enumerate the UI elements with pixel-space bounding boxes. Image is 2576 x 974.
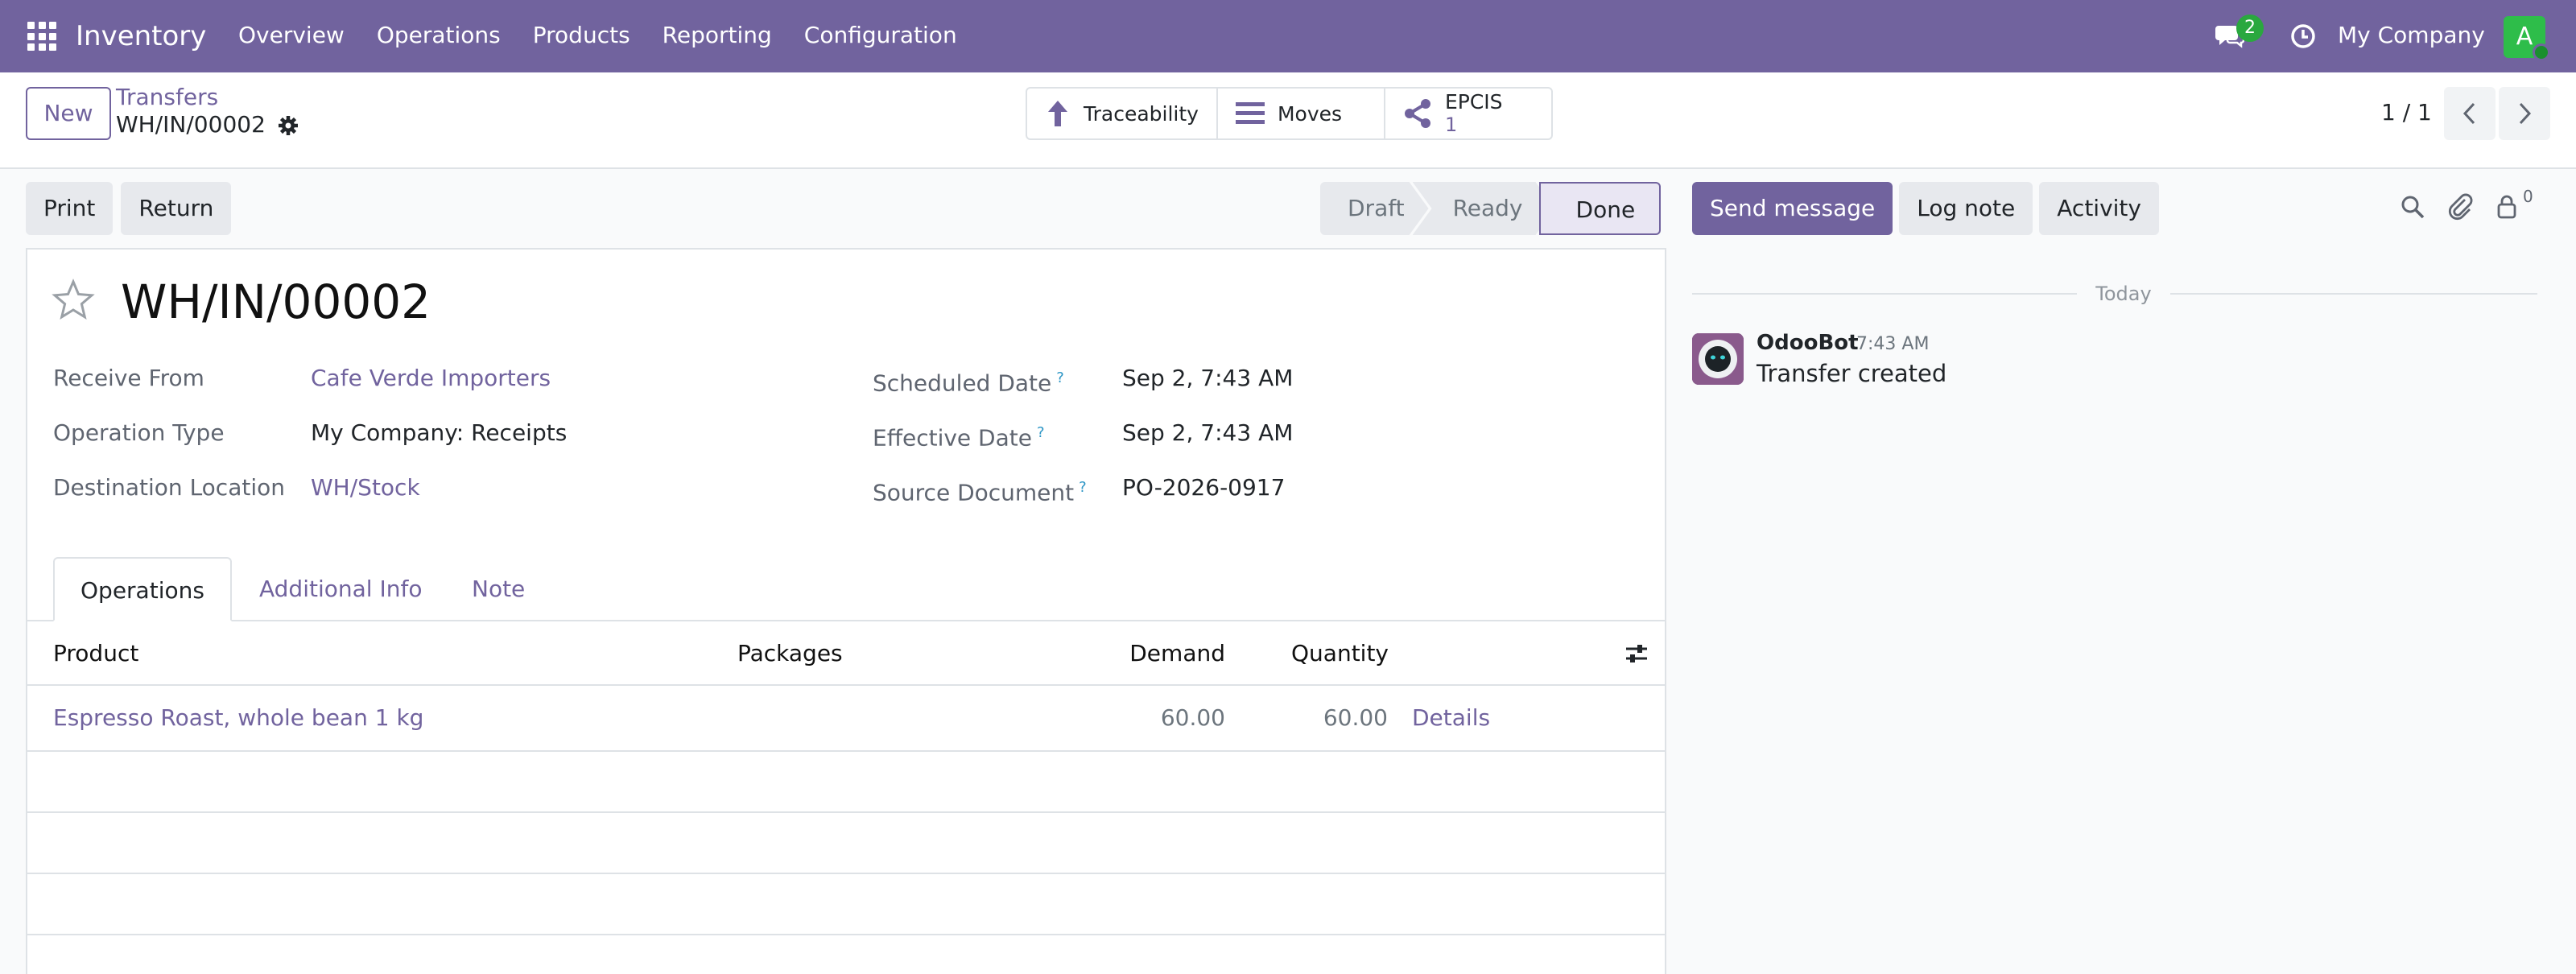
scheduled-date-value[interactable]: Sep 2, 7:43 AM bbox=[1122, 362, 1293, 394]
menu-reporting[interactable]: Reporting bbox=[663, 18, 772, 53]
column-product[interactable]: Product bbox=[53, 621, 138, 686]
send-message-button[interactable]: Send message bbox=[1692, 182, 1893, 235]
separator-line bbox=[1692, 293, 2077, 295]
print-button[interactable]: Print bbox=[26, 182, 114, 235]
epcis-button[interactable]: EPCIS 1 bbox=[1385, 89, 1551, 138]
menu-operations[interactable]: Operations bbox=[377, 18, 501, 53]
moves-label: Moves bbox=[1277, 101, 1343, 126]
message-time: 7:43 AM bbox=[1856, 334, 1930, 354]
help-tooltip-icon[interactable]: ? bbox=[1079, 479, 1087, 496]
scheduled-date-label-text: Scheduled Date bbox=[873, 369, 1052, 397]
source-document-label: Source Document? bbox=[873, 472, 1087, 509]
chat-badge: 2 bbox=[2236, 14, 2264, 42]
moves-button[interactable]: Moves bbox=[1218, 89, 1385, 138]
new-button[interactable]: New bbox=[26, 87, 111, 140]
tab-note[interactable]: Note bbox=[446, 557, 551, 621]
help-tooltip-icon[interactable]: ? bbox=[1037, 424, 1045, 441]
chevron-left-icon bbox=[2462, 102, 2475, 125]
message-author[interactable]: OdooBot bbox=[1757, 328, 1859, 357]
followers-count: 0 bbox=[2523, 187, 2533, 206]
presence-dot bbox=[2533, 43, 2550, 61]
share-icon bbox=[1404, 99, 1430, 128]
table-header: Product Packages Demand Quantity bbox=[27, 621, 1665, 686]
menu-overview[interactable]: Overview bbox=[238, 18, 345, 53]
pager-previous-button[interactable] bbox=[2444, 87, 2496, 140]
destination-value[interactable]: WH/Stock bbox=[311, 472, 420, 504]
operation-type-label: Operation Type bbox=[53, 419, 225, 446]
column-packages[interactable]: Packages bbox=[737, 621, 843, 686]
log-note-button[interactable]: Log note bbox=[1899, 182, 2033, 235]
search-icon[interactable] bbox=[2399, 193, 2426, 221]
operation-type-value[interactable]: My Company: Receipts bbox=[311, 417, 567, 449]
source-document-value[interactable]: PO-2026-0917 bbox=[1122, 472, 1285, 504]
form-sheet: WH/IN/00002 Receive From Cafe Verde Impo… bbox=[26, 248, 1666, 974]
lock-followers-icon[interactable] bbox=[2494, 193, 2521, 221]
row-product[interactable]: Espresso Roast, whole bean 1 kg bbox=[53, 702, 423, 734]
control-panel: New Transfers WH/IN/00002 Traceability M… bbox=[0, 72, 2576, 169]
robot-icon bbox=[1692, 333, 1744, 385]
column-settings-icon[interactable] bbox=[1624, 642, 1649, 665]
row-quantity[interactable]: 60.00 bbox=[1211, 702, 1388, 734]
message-body: Transfer created bbox=[1757, 360, 1947, 387]
app-name[interactable]: Inventory bbox=[76, 16, 206, 56]
stage-done[interactable]: Done bbox=[1538, 182, 1662, 235]
help-tooltip-icon[interactable]: ? bbox=[1056, 369, 1064, 386]
status-stages: Draft Ready Done bbox=[1320, 182, 1662, 235]
top-navbar: Inventory Overview Operations Products R… bbox=[0, 0, 2576, 72]
traceability-button[interactable]: Traceability bbox=[1027, 89, 1218, 138]
empty-row bbox=[27, 813, 1665, 874]
chevron-right-icon bbox=[2519, 102, 2532, 125]
traceability-label: Traceability bbox=[1084, 101, 1199, 126]
table-row[interactable]: Espresso Roast, whole bean 1 kg 60.00 60… bbox=[27, 686, 1665, 752]
stage-ready[interactable]: Ready bbox=[1413, 182, 1555, 235]
tab-operations[interactable]: Operations bbox=[53, 557, 232, 621]
gear-icon[interactable] bbox=[277, 114, 299, 137]
row-demand: 60.00 bbox=[1160, 704, 1225, 731]
activity-button[interactable]: Activity bbox=[2039, 182, 2159, 235]
row-details-link[interactable]: Details bbox=[1412, 702, 1490, 734]
column-quantity[interactable]: Quantity bbox=[1291, 621, 1389, 686]
pager-value[interactable]: 1 / 1 bbox=[2381, 95, 2432, 130]
tab-additional-info[interactable]: Additional Info bbox=[233, 557, 448, 621]
empty-row bbox=[27, 752, 1665, 813]
clock-icon[interactable] bbox=[2289, 23, 2317, 50]
scheduled-date-label: Scheduled Date? bbox=[873, 362, 1064, 399]
smart-buttons: Traceability Moves EPCIS 1 bbox=[1026, 87, 1553, 140]
pager-next-button[interactable] bbox=[2499, 87, 2550, 140]
separator-today: Today bbox=[2095, 283, 2152, 305]
odoobot-avatar[interactable] bbox=[1692, 333, 1744, 385]
notebook-tabs: Operations Additional Info Note bbox=[27, 557, 1665, 621]
return-button[interactable]: Return bbox=[121, 182, 232, 235]
breadcrumb-current: WH/IN/00002 bbox=[116, 111, 266, 138]
empty-row bbox=[27, 874, 1665, 935]
receive-from-label: Receive From bbox=[53, 365, 204, 391]
separator-line bbox=[2170, 293, 2537, 295]
star-icon[interactable] bbox=[52, 279, 95, 322]
statusbar-buttons: Print Return bbox=[26, 182, 232, 235]
list-icon bbox=[1235, 102, 1265, 124]
paperclip-icon[interactable] bbox=[2447, 193, 2475, 221]
effective-date-label-text: Effective Date bbox=[873, 424, 1032, 452]
chatter-buttons: Send message Log note Activity bbox=[1692, 182, 2159, 235]
menu-products[interactable]: Products bbox=[533, 18, 630, 53]
effective-date-label: Effective Date? bbox=[873, 417, 1045, 454]
main-menu: Overview Operations Products Reporting C… bbox=[238, 18, 989, 53]
apps-grid-icon[interactable] bbox=[27, 22, 56, 51]
destination-label: Destination Location bbox=[53, 474, 285, 501]
record-title: WH/IN/00002 bbox=[121, 274, 431, 329]
epcis-count: 1 bbox=[1444, 113, 1458, 136]
arrow-up-icon bbox=[1048, 101, 1067, 126]
effective-date-value: Sep 2, 7:43 AM bbox=[1122, 419, 1294, 446]
stage-draft[interactable]: Draft bbox=[1320, 182, 1429, 235]
source-document-label-text: Source Document bbox=[873, 479, 1075, 506]
menu-configuration[interactable]: Configuration bbox=[804, 18, 957, 53]
date-separator: Today bbox=[1692, 282, 2537, 306]
column-demand[interactable]: Demand bbox=[1048, 621, 1225, 686]
epcis-label: EPCIS bbox=[1444, 90, 1503, 113]
company-switcher[interactable]: My Company bbox=[2338, 18, 2485, 53]
receive-from-value[interactable]: Cafe Verde Importers bbox=[311, 362, 551, 394]
